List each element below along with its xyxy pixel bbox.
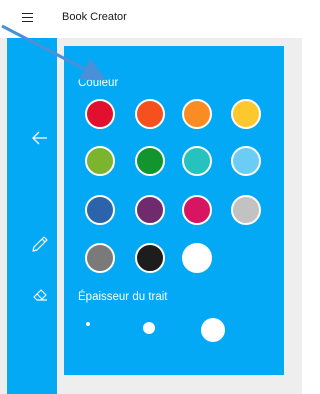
tool-sidebar — [7, 38, 57, 394]
color-swatch-purple[interactable] — [135, 195, 165, 225]
color-swatch-orange[interactable] — [182, 99, 212, 129]
thickness-large[interactable] — [201, 318, 225, 342]
thickness-medium[interactable] — [143, 322, 155, 334]
back-arrow-icon[interactable] — [30, 128, 50, 148]
app-title: Book Creator — [62, 11, 127, 23]
pencil-icon[interactable] — [30, 234, 50, 254]
color-swatch-orange-red[interactable] — [135, 99, 165, 129]
color-swatch-yellow-green[interactable] — [85, 146, 115, 176]
eraser-icon[interactable] — [30, 284, 50, 304]
color-swatch-white[interactable] — [182, 243, 212, 273]
color-swatch-black[interactable] — [135, 243, 165, 273]
hamburger-menu-icon[interactable] — [22, 13, 33, 22]
color-swatch-yellow[interactable] — [231, 99, 261, 129]
color-swatch-light-blue[interactable] — [231, 146, 261, 176]
color-label: Couleur — [78, 77, 119, 89]
pen-options-panel: Couleur Épaisseur du trait — [64, 46, 284, 375]
color-swatch-teal[interactable] — [182, 146, 212, 176]
title-bar: Book Creator — [0, 0, 302, 38]
color-swatch-pink[interactable] — [182, 195, 212, 225]
color-swatch-green[interactable] — [135, 146, 165, 176]
thickness-label: Épaisseur du trait — [78, 291, 168, 303]
thickness-small[interactable] — [86, 322, 90, 326]
color-swatch-red[interactable] — [85, 99, 115, 129]
color-swatch-gray[interactable] — [85, 243, 115, 273]
color-swatch-blue[interactable] — [85, 195, 115, 225]
color-swatch-light-gray[interactable] — [231, 195, 261, 225]
